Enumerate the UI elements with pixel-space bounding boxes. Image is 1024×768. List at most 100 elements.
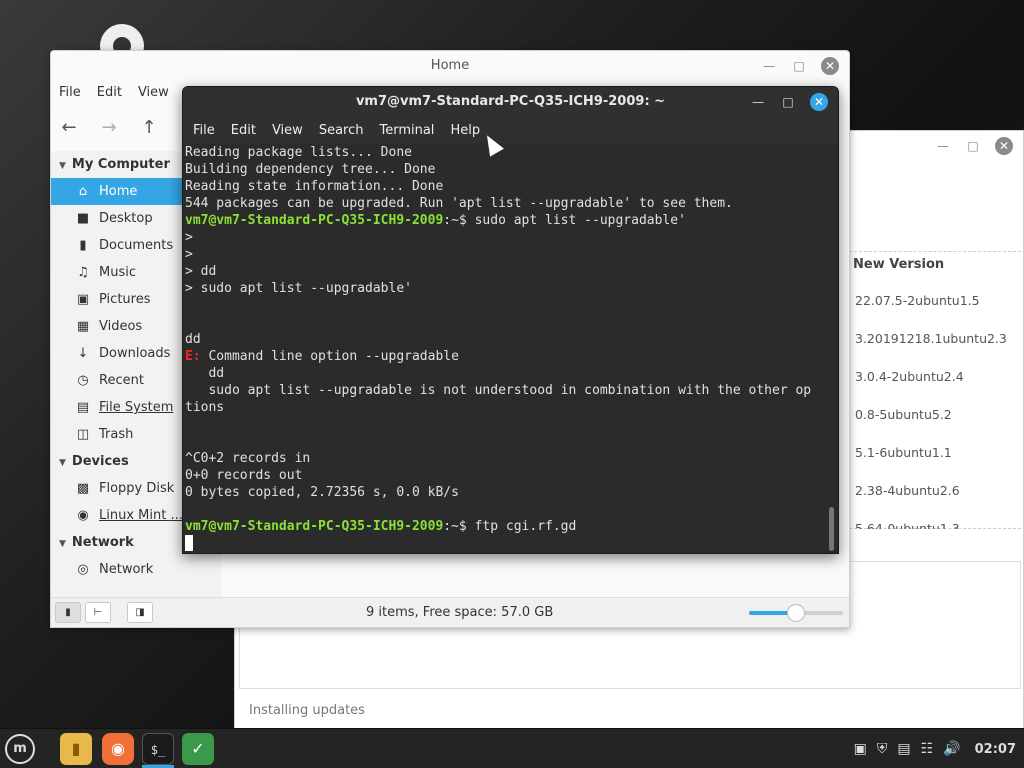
sidebar-item-label: Linux Mint ...: [99, 508, 183, 523]
sidebar-item-label: Music: [99, 265, 136, 280]
update-shield-launcher-icon[interactable]: ✓: [182, 733, 214, 765]
terminal-line-text: :~$ ftp cgi.rf.gd: [443, 519, 577, 534]
statusbar: ▮ ⊢ ◨ 9 items, Free space: 57.0 GB: [51, 597, 849, 627]
videos-icon: ▦: [76, 319, 90, 334]
menubar: File Edit View: [51, 83, 177, 103]
system-tray: ▣ ⛨ ▤ ☷ 🔊 02:07: [854, 729, 1016, 768]
zoom-slider[interactable]: [749, 604, 843, 622]
terminal-line: E: Command line option --upgradable: [185, 348, 825, 365]
forward-arrow-icon[interactable]: →: [99, 117, 119, 138]
terminal-menubar: File Edit View Search Terminal Help: [183, 117, 838, 143]
terminal-line-text: :~$ sudo apt list --upgradable': [443, 213, 686, 228]
terminal-line: ^C0+2 records in: [185, 450, 825, 467]
terminal-line: 0+0 records out: [185, 467, 825, 484]
network-icon[interactable]: ☷: [921, 741, 934, 757]
update-status-text: Installing updates: [249, 703, 365, 718]
terminal-line-text: >: [185, 230, 193, 245]
back-arrow-icon[interactable]: ←: [59, 117, 79, 138]
terminal-line: Reading state information... Done: [185, 178, 825, 195]
network-icon: ◎: [77, 562, 89, 577]
terminal-line: 544 packages can be upgraded. Run 'apt l…: [185, 195, 825, 212]
triangle-down-icon: ▼: [59, 161, 66, 171]
terminal-line-text: 0+0 records out: [185, 468, 303, 483]
maximize-icon[interactable]: □: [780, 94, 796, 110]
terminal-window: vm7@vm7-Standard-PC-Q35-ICH9-2009: ~ — □…: [182, 86, 839, 554]
terminal-line: [185, 535, 825, 552]
up-arrow-icon[interactable]: ↑: [139, 117, 159, 138]
menu-file[interactable]: File: [51, 83, 89, 103]
sidebar-item-label: Videos: [99, 319, 143, 334]
filesystem-icon: ▤: [76, 400, 90, 415]
terminal-scrollbar[interactable]: [829, 507, 834, 551]
toggle-sidebar-button[interactable]: ◨: [127, 602, 153, 623]
notification-icon[interactable]: ▣: [854, 741, 867, 757]
terminal-line: dd: [185, 331, 825, 348]
terminal-line-text: > sudo apt list --upgradable': [185, 281, 412, 296]
sidebar-item-label: Trash: [99, 427, 134, 442]
show-places-button[interactable]: ▮: [55, 602, 81, 623]
clock[interactable]: 02:07: [975, 742, 1016, 757]
terminal-line-text: Command line option --upgradable: [200, 349, 459, 364]
terminal-launcher-icon[interactable]: $_: [142, 733, 174, 765]
window-title: Home: [430, 58, 470, 73]
menu-view[interactable]: View: [130, 83, 177, 103]
firefox-launcher-icon[interactable]: ◉: [102, 733, 134, 765]
sidebar-item-label: File System: [99, 400, 174, 415]
close-icon[interactable]: ✕: [995, 137, 1013, 155]
mint-menu-button[interactable]: m: [4, 733, 36, 765]
mint-logo-icon: m: [5, 734, 35, 764]
show-treeview-button[interactable]: ⊢: [85, 602, 111, 623]
terminal-line: Reading package lists... Done: [185, 144, 825, 161]
downloads-icon: ↓: [77, 346, 89, 361]
menu-terminal[interactable]: Terminal: [371, 123, 442, 138]
documents-icon: ▮: [79, 238, 87, 253]
terminal-line-text: Reading state information... Done: [185, 179, 444, 194]
sidebar-item-label: Network: [99, 562, 154, 577]
sidebar-item-label: Home: [99, 184, 138, 199]
terminal-line: sudo apt list --upgradable is not unders…: [185, 382, 825, 399]
home-icon: ⌂: [78, 184, 88, 199]
terminal-line-text: dd: [185, 366, 225, 381]
terminal-output[interactable]: Reading package lists... Done Building de…: [185, 144, 825, 553]
menu-search[interactable]: Search: [311, 123, 372, 138]
window-controls: — □ ✕: [761, 57, 839, 75]
menu-edit[interactable]: Edit: [223, 123, 264, 138]
terminal-line-text: Reading package lists... Done: [185, 145, 412, 160]
zoom-slider-handle[interactable]: [787, 604, 805, 622]
terminal-line-text: tions: [185, 400, 225, 415]
sidebar-item-label: Pictures: [99, 292, 151, 307]
terminal-line: > dd: [185, 263, 825, 280]
menu-help[interactable]: Help: [442, 123, 488, 138]
version-cell: 3.20191218.1ubuntu2.3: [855, 331, 1007, 346]
menu-edit[interactable]: Edit: [89, 83, 130, 103]
minimize-icon[interactable]: —: [935, 138, 951, 154]
menu-view[interactable]: View: [264, 123, 311, 138]
terminal-prompt: vm7@vm7-Standard-PC-Q35-ICH9-2009: [185, 519, 444, 534]
clipboard-icon[interactable]: ▤: [897, 741, 910, 757]
triangle-down-icon: ▼: [59, 539, 66, 549]
sidebar-item-network[interactable]: ◎ Network: [51, 556, 221, 583]
recent-icon: ◷: [77, 373, 89, 388]
terminal-cursor: [185, 535, 193, 551]
maximize-icon[interactable]: □: [791, 58, 807, 74]
new-version-column-header[interactable]: New Version: [853, 257, 944, 272]
close-icon[interactable]: ✕: [810, 93, 828, 111]
shield-icon[interactable]: ⛨: [877, 741, 888, 757]
minimize-icon[interactable]: —: [750, 94, 766, 110]
terminal-line: tions: [185, 399, 825, 416]
terminal-line-text: 0 bytes copied, 2.72356 s, 0.0 kB/s: [185, 485, 459, 500]
version-cell: 5.64-0ubuntu1.3: [855, 521, 960, 529]
files-launcher-icon[interactable]: ▮: [60, 733, 92, 765]
maximize-icon[interactable]: □: [965, 138, 981, 154]
minimize-icon[interactable]: —: [761, 58, 777, 74]
trash-icon: ◫: [76, 427, 90, 442]
volume-icon[interactable]: 🔊: [943, 741, 960, 757]
close-icon[interactable]: ✕: [821, 57, 839, 75]
sidebar-item-label: Floppy Disk: [99, 481, 175, 496]
floppy-icon: ▩: [76, 481, 90, 496]
menu-file[interactable]: File: [185, 123, 223, 138]
terminal-line-text: >: [185, 247, 193, 262]
